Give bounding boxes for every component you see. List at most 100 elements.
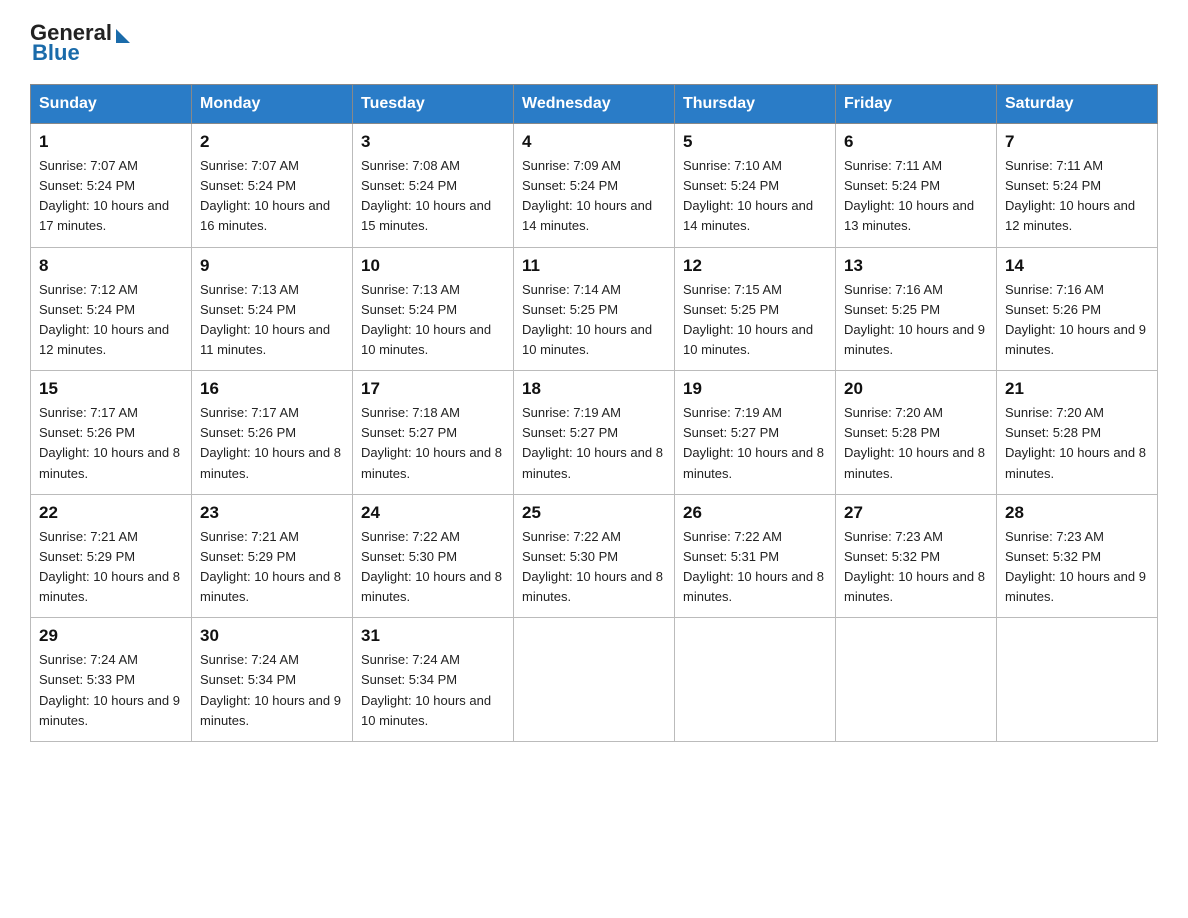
logo-blue-text: Blue <box>32 40 80 66</box>
calendar-header-sunday: Sunday <box>31 85 192 124</box>
calendar-cell: 3 Sunrise: 7:08 AMSunset: 5:24 PMDaylight… <box>353 124 514 248</box>
calendar-cell: 4Sunrise: 7:09 AMSunset: 5:24 PMDaylight… <box>514 124 675 248</box>
calendar-week-row: 15 Sunrise: 7:17 AMSunset: 5:26 PMDayligh… <box>31 371 1158 495</box>
day-info: Sunrise: 7:11 AMSunset: 5:24 PMDaylight:… <box>844 156 988 237</box>
day-info: Sunrise: 7:11 AMSunset: 5:24 PMDaylight:… <box>1005 156 1149 237</box>
calendar-cell <box>836 618 997 742</box>
day-info: Sunrise: 7:22 AMSunset: 5:30 PMDaylight:… <box>361 527 505 608</box>
calendar-cell <box>675 618 836 742</box>
day-info: Sunrise: 7:18 AMSunset: 5:27 PMDaylight:… <box>361 403 505 484</box>
day-number: 17 <box>361 379 505 399</box>
day-info: Sunrise: 7:13 AMSunset: 5:24 PMDaylight:… <box>361 280 505 361</box>
calendar-cell: 10 Sunrise: 7:13 AMSunset: 5:24 PMDayligh… <box>353 247 514 371</box>
calendar-cell: 9Sunrise: 7:13 AMSunset: 5:24 PMDaylight… <box>192 247 353 371</box>
day-info: Sunrise: 7:08 AMSunset: 5:24 PMDaylight:… <box>361 156 505 237</box>
day-info: Sunrise: 7:21 AMSunset: 5:29 PMDaylight:… <box>200 527 344 608</box>
day-info: Sunrise: 7:19 AMSunset: 5:27 PMDaylight:… <box>683 403 827 484</box>
calendar-cell <box>997 618 1158 742</box>
day-info: Sunrise: 7:17 AMSunset: 5:26 PMDaylight:… <box>200 403 344 484</box>
day-number: 29 <box>39 626 183 646</box>
day-number: 19 <box>683 379 827 399</box>
day-info: Sunrise: 7:21 AMSunset: 5:29 PMDaylight:… <box>39 527 183 608</box>
day-info: Sunrise: 7:19 AMSunset: 5:27 PMDaylight:… <box>522 403 666 484</box>
day-number: 28 <box>1005 503 1149 523</box>
calendar-cell: 17 Sunrise: 7:18 AMSunset: 5:27 PMDayligh… <box>353 371 514 495</box>
calendar-cell: 12Sunrise: 7:15 AMSunset: 5:25 PMDayligh… <box>675 247 836 371</box>
logo: General Blue <box>30 20 130 66</box>
day-info: Sunrise: 7:23 AMSunset: 5:32 PMDaylight:… <box>844 527 988 608</box>
calendar-cell: 30 Sunrise: 7:24 AMSunset: 5:34 PMDayligh… <box>192 618 353 742</box>
calendar-header-saturday: Saturday <box>997 85 1158 124</box>
day-info: Sunrise: 7:14 AMSunset: 5:25 PMDaylight:… <box>522 280 666 361</box>
calendar-week-row: 22 Sunrise: 7:21 AMSunset: 5:29 PMDayligh… <box>31 494 1158 618</box>
day-info: Sunrise: 7:15 AMSunset: 5:25 PMDaylight:… <box>683 280 827 361</box>
day-number: 6 <box>844 132 988 152</box>
day-number: 18 <box>522 379 666 399</box>
calendar-cell: 29Sunrise: 7:24 AMSunset: 5:33 PMDayligh… <box>31 618 192 742</box>
day-info: Sunrise: 7:23 AMSunset: 5:32 PMDaylight:… <box>1005 527 1149 608</box>
day-number: 11 <box>522 256 666 276</box>
day-number: 23 <box>200 503 344 523</box>
calendar-week-row: 1 Sunrise: 7:07 AMSunset: 5:24 PMDaylight… <box>31 124 1158 248</box>
day-info: Sunrise: 7:07 AMSunset: 5:24 PMDaylight:… <box>200 156 344 237</box>
day-info: Sunrise: 7:22 AMSunset: 5:31 PMDaylight:… <box>683 527 827 608</box>
day-info: Sunrise: 7:16 AMSunset: 5:26 PMDaylight:… <box>1005 280 1149 361</box>
calendar-cell: 24 Sunrise: 7:22 AMSunset: 5:30 PMDayligh… <box>353 494 514 618</box>
day-info: Sunrise: 7:09 AMSunset: 5:24 PMDaylight:… <box>522 156 666 237</box>
calendar-cell: 15 Sunrise: 7:17 AMSunset: 5:26 PMDayligh… <box>31 371 192 495</box>
calendar-cell: 8Sunrise: 7:12 AMSunset: 5:24 PMDaylight… <box>31 247 192 371</box>
day-number: 7 <box>1005 132 1149 152</box>
day-number: 20 <box>844 379 988 399</box>
calendar-header-monday: Monday <box>192 85 353 124</box>
calendar-cell: 28 Sunrise: 7:23 AMSunset: 5:32 PMDayligh… <box>997 494 1158 618</box>
calendar-cell: 6 Sunrise: 7:11 AMSunset: 5:24 PMDaylight… <box>836 124 997 248</box>
calendar-week-row: 29Sunrise: 7:24 AMSunset: 5:33 PMDayligh… <box>31 618 1158 742</box>
day-number: 13 <box>844 256 988 276</box>
calendar-cell: 22 Sunrise: 7:21 AMSunset: 5:29 PMDayligh… <box>31 494 192 618</box>
day-number: 15 <box>39 379 183 399</box>
calendar-cell: 2Sunrise: 7:07 AMSunset: 5:24 PMDaylight… <box>192 124 353 248</box>
day-number: 10 <box>361 256 505 276</box>
day-info: Sunrise: 7:20 AMSunset: 5:28 PMDaylight:… <box>1005 403 1149 484</box>
day-number: 3 <box>361 132 505 152</box>
calendar-cell: 7 Sunrise: 7:11 AMSunset: 5:24 PMDaylight… <box>997 124 1158 248</box>
calendar-cell: 27 Sunrise: 7:23 AMSunset: 5:32 PMDayligh… <box>836 494 997 618</box>
calendar-cell: 25Sunrise: 7:22 AMSunset: 5:30 PMDayligh… <box>514 494 675 618</box>
calendar-cell: 20 Sunrise: 7:20 AMSunset: 5:28 PMDayligh… <box>836 371 997 495</box>
day-info: Sunrise: 7:22 AMSunset: 5:30 PMDaylight:… <box>522 527 666 608</box>
day-number: 27 <box>844 503 988 523</box>
calendar-header-thursday: Thursday <box>675 85 836 124</box>
day-number: 31 <box>361 626 505 646</box>
day-info: Sunrise: 7:24 AMSunset: 5:34 PMDaylight:… <box>361 650 505 731</box>
day-number: 24 <box>361 503 505 523</box>
day-info: Sunrise: 7:10 AMSunset: 5:24 PMDaylight:… <box>683 156 827 237</box>
day-number: 9 <box>200 256 344 276</box>
calendar-week-row: 8Sunrise: 7:12 AMSunset: 5:24 PMDaylight… <box>31 247 1158 371</box>
calendar-cell: 31 Sunrise: 7:24 AMSunset: 5:34 PMDayligh… <box>353 618 514 742</box>
calendar-cell: 23 Sunrise: 7:21 AMSunset: 5:29 PMDayligh… <box>192 494 353 618</box>
calendar-cell: 13Sunrise: 7:16 AMSunset: 5:25 PMDayligh… <box>836 247 997 371</box>
calendar-cell: 21 Sunrise: 7:20 AMSunset: 5:28 PMDayligh… <box>997 371 1158 495</box>
calendar-cell: 19 Sunrise: 7:19 AMSunset: 5:27 PMDayligh… <box>675 371 836 495</box>
day-number: 30 <box>200 626 344 646</box>
day-info: Sunrise: 7:07 AMSunset: 5:24 PMDaylight:… <box>39 156 183 237</box>
calendar-cell: 26Sunrise: 7:22 AMSunset: 5:31 PMDayligh… <box>675 494 836 618</box>
day-number: 5 <box>683 132 827 152</box>
calendar-cell: 1 Sunrise: 7:07 AMSunset: 5:24 PMDaylight… <box>31 124 192 248</box>
calendar-cell: 18 Sunrise: 7:19 AMSunset: 5:27 PMDayligh… <box>514 371 675 495</box>
day-info: Sunrise: 7:17 AMSunset: 5:26 PMDaylight:… <box>39 403 183 484</box>
day-info: Sunrise: 7:24 AMSunset: 5:34 PMDaylight:… <box>200 650 344 731</box>
calendar-header-wednesday: Wednesday <box>514 85 675 124</box>
calendar-table: SundayMondayTuesdayWednesdayThursdayFrid… <box>30 84 1158 742</box>
day-info: Sunrise: 7:20 AMSunset: 5:28 PMDaylight:… <box>844 403 988 484</box>
day-info: Sunrise: 7:12 AMSunset: 5:24 PMDaylight:… <box>39 280 183 361</box>
calendar-cell: 14 Sunrise: 7:16 AMSunset: 5:26 PMDayligh… <box>997 247 1158 371</box>
calendar-cell: 5 Sunrise: 7:10 AMSunset: 5:24 PMDaylight… <box>675 124 836 248</box>
day-number: 1 <box>39 132 183 152</box>
day-number: 21 <box>1005 379 1149 399</box>
calendar-cell <box>514 618 675 742</box>
day-number: 22 <box>39 503 183 523</box>
day-number: 16 <box>200 379 344 399</box>
calendar-header-row: SundayMondayTuesdayWednesdayThursdayFrid… <box>31 85 1158 124</box>
day-number: 14 <box>1005 256 1149 276</box>
